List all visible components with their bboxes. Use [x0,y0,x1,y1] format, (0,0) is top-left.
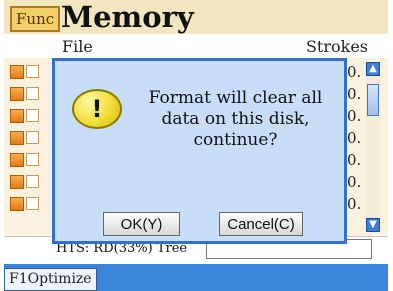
strokes-value: 0. [347,195,362,213]
checkbox-icon[interactable] [26,87,39,100]
checkbox-icon[interactable] [26,153,39,166]
scroll-up-arrow-icon[interactable]: ▲ [366,62,380,76]
file-icon [10,175,24,189]
strokes-value: 0. [347,63,362,81]
checkbox-icon[interactable] [26,131,39,144]
file-icon [10,65,24,79]
file-icon [10,87,24,101]
format-confirmation-dialog: ! Format will clear all data on this dis… [52,58,347,244]
ok-button[interactable]: OK(Y) [103,212,180,236]
file-icon [10,197,24,211]
checkbox-icon[interactable] [26,65,39,78]
file-icon [10,153,24,167]
checkbox-icon[interactable] [26,109,39,122]
checkbox-icon[interactable] [26,197,39,210]
file-icon [10,131,24,145]
scroll-down-arrow-icon[interactable]: ▼ [366,218,380,232]
file-icon [10,109,24,123]
function-bar: F1Optimize [4,264,388,291]
vertical-scrollbar[interactable]: ▲ ▼ [366,62,380,232]
list-header: File Strokes [4,36,388,59]
dialog-message: Format will clear all data on this disk,… [148,88,323,150]
checkbox-icon[interactable] [26,175,39,188]
strokes-value: 0. [347,85,362,103]
strokes-value: 0. [347,151,362,169]
memory-screen: Func Memory File Strokes 0. 0. 0. 0. 0. … [0,0,393,291]
strokes-column-header: Strokes [305,37,368,56]
optimize-button[interactable]: F1Optimize [4,268,97,291]
func-button[interactable]: Func [10,6,61,32]
title-bar: Func Memory [4,0,388,34]
exclamation-icon: ! [91,95,103,123]
cancel-button[interactable]: Cancel(C) [219,212,303,236]
file-column-header: File [62,37,93,56]
strokes-value: 0. [347,107,362,125]
page-title: Memory [61,0,194,34]
strokes-value: 0. [347,129,362,147]
scrollbar-thumb[interactable] [367,84,379,116]
strokes-value: 0. [347,173,362,191]
warning-icon: ! [72,89,122,129]
